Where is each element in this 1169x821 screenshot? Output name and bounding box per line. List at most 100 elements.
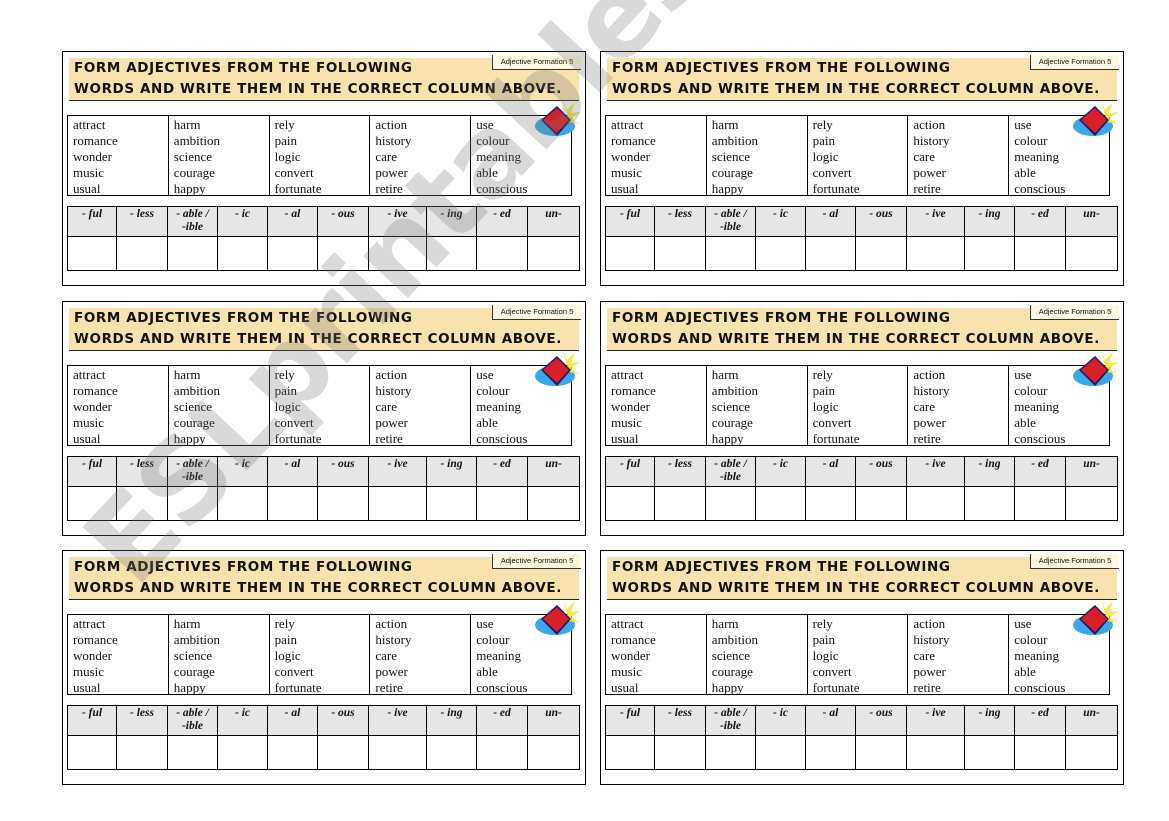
answer-cell[interactable]	[605, 486, 655, 521]
answer-cell[interactable]	[317, 735, 369, 770]
word-column: rely pain logic convert fortunate	[808, 116, 909, 196]
word-column: attract romance wonder music usual	[606, 366, 707, 446]
base-word: usual	[73, 181, 101, 196]
answer-cell[interactable]	[116, 486, 168, 521]
answer-cell[interactable]	[605, 236, 655, 271]
answer-cell[interactable]	[964, 486, 1015, 521]
answer-cell[interactable]	[1065, 236, 1118, 271]
answer-cell[interactable]	[855, 486, 907, 521]
instruction-line-2: WORDS AND WRITE THEM IN THE CORRECT COLU…	[612, 81, 1100, 97]
instruction-line-2: WORDS AND WRITE THEM IN THE CORRECT COLU…	[612, 580, 1100, 596]
base-word: attract	[73, 616, 106, 631]
answer-cell[interactable]	[906, 735, 965, 770]
answer-cell[interactable]	[1014, 735, 1066, 770]
answer-cell[interactable]	[805, 236, 856, 271]
answer-cell[interactable]	[805, 486, 856, 521]
answer-cell[interactable]	[167, 735, 218, 770]
answer-cell[interactable]	[67, 735, 117, 770]
answer-cell[interactable]	[368, 236, 427, 271]
base-word: retire	[913, 431, 941, 446]
suffix-header-cell: - able / -ible	[167, 456, 218, 487]
worksheet-card: FORM ADJECTIVES FROM THE FOLLOWING WORDS…	[62, 51, 586, 286]
answer-cell[interactable]	[906, 486, 965, 521]
base-word: science	[173, 149, 213, 164]
answer-cell[interactable]	[67, 236, 117, 271]
base-word: fortunate	[812, 431, 860, 446]
instruction-header: FORM ADJECTIVES FROM THE FOLLOWING WORDS…	[607, 305, 1119, 351]
answer-cell[interactable]	[805, 735, 856, 770]
base-word: history	[913, 383, 950, 398]
base-word: courage	[173, 415, 215, 430]
base-word: history	[375, 632, 412, 647]
answer-cell[interactable]	[755, 486, 806, 521]
base-word: courage	[711, 165, 753, 180]
answer-cell[interactable]	[1065, 486, 1118, 521]
answer-cell[interactable]	[317, 236, 369, 271]
word-column: harm ambition science courage happy	[707, 615, 808, 695]
answer-cell[interactable]	[217, 236, 268, 271]
answer-cell[interactable]	[705, 236, 756, 271]
answer-cell[interactable]	[964, 735, 1015, 770]
answer-cell[interactable]	[855, 236, 907, 271]
worksheet-card: FORM ADJECTIVES FROM THE FOLLOWING WORDS…	[62, 301, 586, 536]
answer-cell[interactable]	[755, 735, 806, 770]
answer-cell[interactable]	[167, 486, 218, 521]
answer-cell[interactable]	[116, 236, 168, 271]
answer-cell[interactable]	[267, 486, 318, 521]
suffix-header-cell: - ful	[605, 456, 655, 487]
answer-cell[interactable]	[527, 735, 580, 770]
book-icon	[1073, 100, 1119, 136]
answer-cell[interactable]	[426, 236, 477, 271]
answer-cell[interactable]	[368, 486, 427, 521]
answer-cell[interactable]	[855, 735, 907, 770]
suffix-header-cell: - less	[654, 206, 706, 237]
answer-cell[interactable]	[167, 236, 218, 271]
answer-cell[interactable]	[317, 486, 369, 521]
answer-cell[interactable]	[217, 486, 268, 521]
word-column: attract romance wonder music usual	[606, 615, 707, 695]
answer-cell[interactable]	[705, 486, 756, 521]
answer-cell[interactable]	[527, 486, 580, 521]
answer-cell[interactable]	[426, 735, 477, 770]
suffix-header-cell: - ive	[906, 705, 965, 736]
answer-cell[interactable]	[654, 486, 706, 521]
suffix-header-cell: - ed	[476, 456, 528, 487]
answer-cell[interactable]	[906, 236, 965, 271]
answer-cell[interactable]	[476, 735, 528, 770]
suffix-header-cell: un-	[1065, 705, 1118, 736]
answer-cell[interactable]	[964, 236, 1015, 271]
answer-cell[interactable]	[267, 735, 318, 770]
answer-cell[interactable]	[116, 735, 168, 770]
answer-cell[interactable]	[605, 735, 655, 770]
answer-cell[interactable]	[705, 735, 756, 770]
answer-cell[interactable]	[426, 486, 477, 521]
answer-cell[interactable]	[1065, 735, 1118, 770]
base-word: action	[913, 616, 946, 631]
answer-cell[interactable]	[217, 735, 268, 770]
suffix-header-cell: - ic	[755, 456, 806, 487]
answer-cell[interactable]	[654, 236, 706, 271]
answer-cell[interactable]	[1014, 486, 1066, 521]
answer-cell[interactable]	[755, 236, 806, 271]
answer-cell[interactable]	[527, 236, 580, 271]
suffix-header-cell: - al	[805, 705, 856, 736]
answer-cell[interactable]	[368, 735, 427, 770]
base-word: convert	[274, 664, 314, 679]
suffix-header-cell: - less	[116, 705, 168, 736]
answer-cell[interactable]	[67, 486, 117, 521]
suffix-header-cell: - less	[654, 705, 706, 736]
answer-cell[interactable]	[476, 236, 528, 271]
word-bank: attract romance wonder music usual harm ambiti…	[67, 614, 572, 695]
answer-cell[interactable]	[654, 735, 706, 770]
suffix-header-cell: - ing	[964, 705, 1015, 736]
base-word: usual	[611, 181, 639, 196]
answer-cell[interactable]	[476, 486, 528, 521]
word-column: harm ambition science courage happy	[707, 366, 808, 446]
answer-cell[interactable]	[267, 236, 318, 271]
base-word: harm	[711, 117, 739, 132]
base-word: able	[476, 165, 498, 180]
base-word: care	[913, 648, 936, 663]
answer-cell[interactable]	[1014, 236, 1066, 271]
suffix-table: - ful - less - able / -ible - ic - al - ous - i…	[605, 705, 1118, 770]
base-word: rely	[274, 367, 295, 382]
